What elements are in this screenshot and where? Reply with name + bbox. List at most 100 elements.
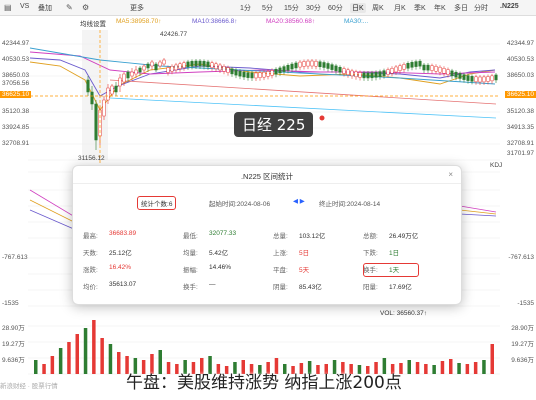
left-axis-tick: 40530.53 xyxy=(2,56,30,63)
left-axis-tick: 35120.38 xyxy=(2,108,30,115)
candle-body xyxy=(478,76,482,83)
candle-body xyxy=(214,63,218,70)
index-watermark: 日经 225 xyxy=(234,112,314,137)
volume-bar xyxy=(117,352,121,374)
start-date-field[interactable]: 起始时间:2024-08-06 xyxy=(209,198,270,208)
candle-body xyxy=(86,79,90,93)
candle-body xyxy=(122,73,126,83)
candle-body xyxy=(250,72,254,79)
stat-label: 均量: xyxy=(183,250,198,257)
stat-label: 平盘: xyxy=(273,267,288,274)
candle-body xyxy=(350,70,354,77)
candle-body xyxy=(346,69,350,76)
right-axis-tick: 42344.97 xyxy=(506,40,534,47)
stat-value: 1日 xyxy=(389,250,400,257)
volume-bar xyxy=(490,344,494,374)
candle-body xyxy=(334,65,338,72)
candle-body xyxy=(178,63,182,69)
candle-body xyxy=(430,65,434,71)
candle-body xyxy=(438,66,442,73)
stat-value: 5天 xyxy=(299,267,310,274)
count-box: 统计个数:6 xyxy=(137,196,177,210)
candle-body xyxy=(290,63,294,70)
stat-value: 32077.33 xyxy=(209,230,237,237)
candle-body xyxy=(114,85,118,93)
right-axis-tick: 40530.53 xyxy=(506,56,534,63)
candle-body xyxy=(454,71,458,78)
volume-bar xyxy=(75,334,79,374)
candle-body xyxy=(278,67,282,74)
stat-label: 下跌: xyxy=(363,250,378,257)
stat-label: 振幅: xyxy=(183,267,198,274)
candle-body xyxy=(470,76,474,82)
candle-body xyxy=(158,61,162,67)
candle-body xyxy=(94,103,98,141)
range-stats-dialog: .N225 区间统计 × 统计个数:6 起始时间:2024-08-06 ◀ ▶ … xyxy=(72,165,462,305)
candle-body xyxy=(118,77,122,87)
volume-legend: VOL: 36560.37↑ xyxy=(380,310,427,317)
candle-body xyxy=(202,61,206,67)
stat-value: 14.46% xyxy=(209,264,232,271)
candle-body xyxy=(190,61,194,67)
candle-body xyxy=(410,62,414,68)
candle-body xyxy=(258,72,262,78)
count-label: 统计个数: xyxy=(141,201,169,208)
swap-arrows-icon[interactable]: ◀ ▶ xyxy=(293,197,305,205)
candle-body xyxy=(246,72,250,78)
candle-body xyxy=(242,71,246,78)
candle-body xyxy=(354,71,358,78)
candle-body xyxy=(314,60,318,67)
source-watermark: 新浪财经 · 股票行情 xyxy=(0,383,58,390)
volume-bar xyxy=(67,342,71,374)
candle-body xyxy=(162,59,166,65)
right-axis-tick: 31701.97 xyxy=(506,150,534,157)
volume-bar xyxy=(34,360,38,374)
candle-body xyxy=(442,68,446,74)
volume-bar xyxy=(415,362,420,374)
candle-body xyxy=(146,63,150,69)
volume-axis-tick: 9.636万 xyxy=(2,357,25,364)
candle-body xyxy=(282,66,286,72)
candle-body xyxy=(366,72,370,79)
candle-body xyxy=(126,71,130,79)
candle-body xyxy=(466,75,470,81)
event-marker xyxy=(319,115,325,121)
volume-bars xyxy=(34,320,494,374)
candle-body xyxy=(170,65,174,72)
stat-label: 阳量: xyxy=(363,284,378,291)
candle-body xyxy=(286,65,290,71)
volume-bar xyxy=(407,360,411,374)
dialog-title: .N225 区间统计 xyxy=(73,166,461,184)
end-date-field[interactable]: 终止时间:2024-08-14 xyxy=(319,198,380,208)
end-label: 终止时间: xyxy=(319,201,347,208)
candle-body xyxy=(462,74,466,80)
candle-body xyxy=(382,70,386,76)
candle-body xyxy=(422,64,426,71)
candle-body xyxy=(386,69,390,75)
candle-body xyxy=(210,62,214,68)
candle-body xyxy=(326,63,330,69)
candle-body xyxy=(406,62,410,69)
highlight-box xyxy=(363,263,419,277)
candle-body xyxy=(262,71,266,78)
end-date: 2024-08-14 xyxy=(346,201,381,208)
start-date: 2024-08-06 xyxy=(236,201,271,208)
indicator-axis-tick: -767.613 xyxy=(508,254,534,261)
candle-body xyxy=(414,61,418,67)
close-icon[interactable]: × xyxy=(448,170,453,179)
candle-body xyxy=(318,61,322,67)
candle-body xyxy=(266,71,270,77)
indicator-axis-tick: -767.613 xyxy=(2,254,28,261)
volume-bar xyxy=(92,320,96,374)
stat-value: 85.43亿 xyxy=(299,284,322,291)
candle-body xyxy=(322,62,326,68)
volume-bar xyxy=(50,356,55,374)
volume-bar xyxy=(100,338,104,374)
high-annotation: 42426.77 xyxy=(160,31,188,38)
indicator-label[interactable]: KDJ xyxy=(490,162,502,169)
candle-body xyxy=(330,64,334,70)
candle-body xyxy=(342,68,346,74)
left-axis-tick: 33924.85 xyxy=(2,124,30,131)
left-axis-tick: 38650.03 xyxy=(2,72,30,79)
candle-body xyxy=(166,67,170,73)
